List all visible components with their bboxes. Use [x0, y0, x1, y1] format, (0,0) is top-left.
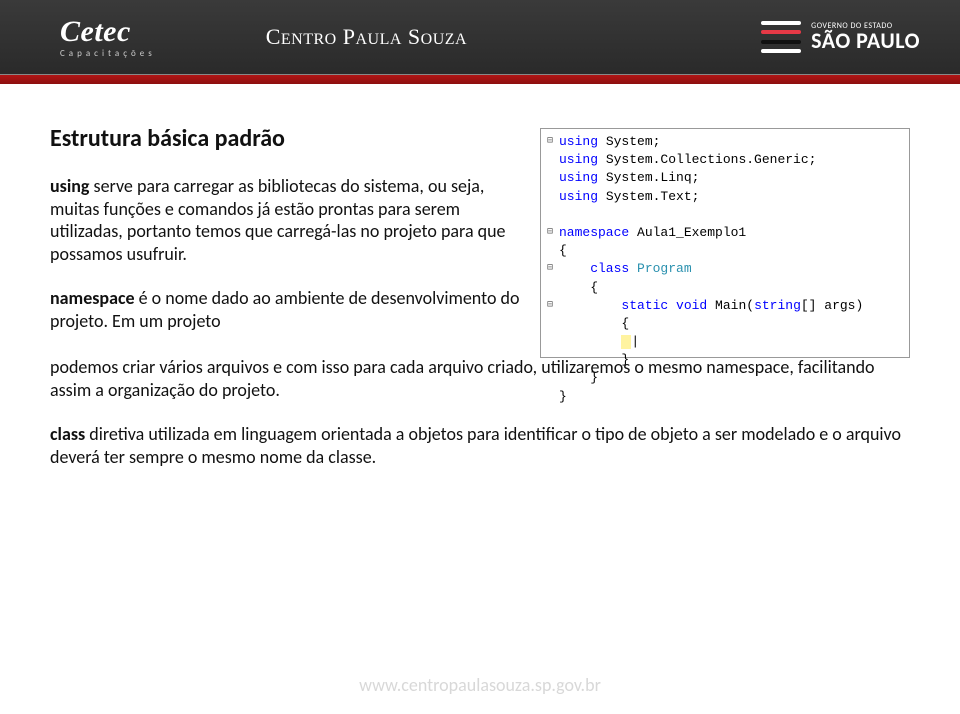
cetec-logo: Cetec Capacitações	[60, 17, 156, 58]
paragraph-class: class diretiva utilizada em linguagem or…	[50, 423, 910, 468]
header-red-divider	[0, 74, 960, 84]
slide-title: Estrutura básica padrão	[50, 124, 530, 153]
paragraph-continuation: podemos criar vários arquivos e com isso…	[0, 356, 960, 468]
code-screenshot: ⊟using System; using System.Collections.…	[540, 128, 910, 358]
sp-main-label: SÃO PAULO	[811, 30, 920, 52]
cetec-logo-text: Cetec	[60, 17, 156, 47]
centro-paula-souza-logo: CENTRO PAULA SOUZA	[266, 24, 467, 50]
sp-flag-icon	[761, 21, 801, 53]
footer-url: www.centropaulasouza.sp.gov.br	[0, 674, 960, 696]
slide-header: Cetec Capacitações CENTRO PAULA SOUZA GO…	[0, 0, 960, 74]
sao-paulo-gov-logo: GOVERNO DO ESTADO SÃO PAULO	[761, 21, 920, 53]
cetec-logo-subtext: Capacitações	[60, 49, 156, 58]
paragraph-using: using serve para carregar as bibliotecas…	[50, 175, 530, 265]
slide-content: Estrutura básica padrão using serve para…	[0, 84, 960, 358]
paragraph-namespace-1: namespace é o nome dado ao ambiente de d…	[50, 287, 530, 332]
